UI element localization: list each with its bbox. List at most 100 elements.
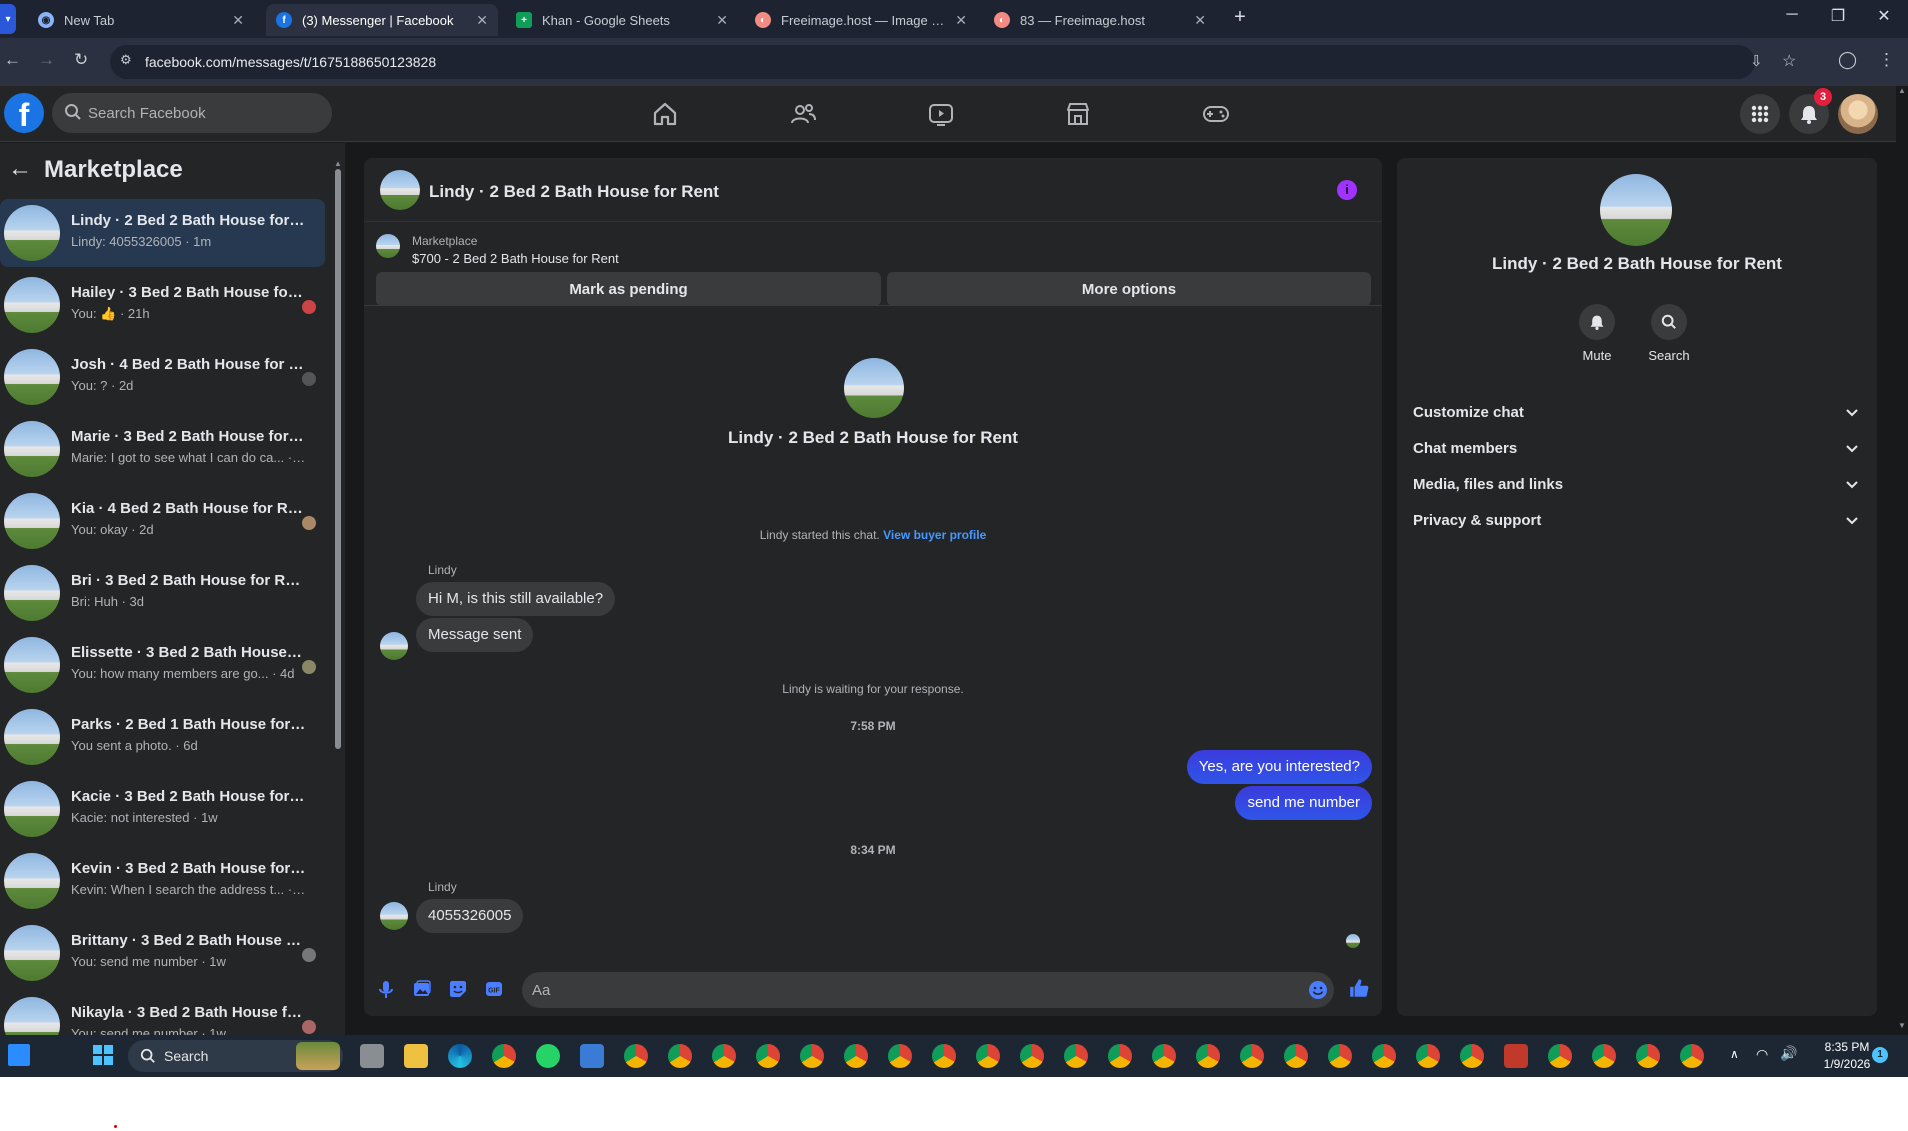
info-icon[interactable]: i xyxy=(1337,180,1357,200)
chrome-profile-icon[interactable] xyxy=(844,1044,868,1068)
menu-kebab-icon[interactable]: ⋮ xyxy=(1878,50,1895,70)
facebook-logo[interactable]: f xyxy=(4,93,44,133)
chrome-profile-icon[interactable] xyxy=(1460,1044,1484,1068)
chrome-profile-icon[interactable] xyxy=(1548,1044,1572,1068)
sticker-icon[interactable] xyxy=(448,979,468,999)
list-scrollbar[interactable]: ▲ xyxy=(334,159,342,1009)
incoming-message[interactable]: 4055326005 xyxy=(416,899,524,933)
facebook-search-input[interactable]: Search Facebook xyxy=(52,93,332,133)
gif-icon[interactable]: GIF xyxy=(484,979,504,999)
notepad-icon[interactable] xyxy=(580,1044,604,1068)
chrome-profile-icon[interactable] xyxy=(1328,1044,1352,1068)
conversation-item[interactable]: Kevin · 3 Bed 2 Bath House for Rent Kevin… xyxy=(0,847,325,915)
scrollbar-thumb[interactable] xyxy=(335,169,341,749)
chrome-profile-icon[interactable] xyxy=(932,1044,956,1068)
chrome-profile-icon[interactable] xyxy=(624,1044,648,1068)
minimize-button[interactable]: ─ xyxy=(1772,6,1812,24)
conversation-item[interactable]: Elissette · 3 Bed 2 Bath House for Rent Y… xyxy=(0,631,325,699)
marketplace-icon[interactable] xyxy=(1064,100,1092,128)
chrome-profile-icon[interactable] xyxy=(1680,1044,1704,1068)
chrome-profile-icon[interactable] xyxy=(1284,1044,1308,1068)
chrome-profile-icon[interactable] xyxy=(1416,1044,1440,1068)
close-icon[interactable]: ✕ xyxy=(476,12,488,29)
sender-avatar[interactable] xyxy=(380,902,408,930)
widgets-icon[interactable] xyxy=(8,1044,30,1066)
site-info-icon[interactable]: ⚙ xyxy=(120,52,132,68)
chrome-profile-icon[interactable] xyxy=(1064,1044,1088,1068)
more-options-button[interactable]: More options xyxy=(887,272,1371,306)
menu-grid-button[interactable] xyxy=(1740,94,1780,134)
scroll-up-icon[interactable]: ▲ xyxy=(1898,86,1906,95)
chrome-profile-icon[interactable] xyxy=(888,1044,912,1068)
whatsapp-icon[interactable] xyxy=(536,1044,560,1068)
windows-start-icon[interactable] xyxy=(92,1044,114,1066)
profile-icon[interactable]: ◯ xyxy=(1838,50,1857,70)
conversation-item[interactable]: Marie · 3 Bed 2 Bath House for Rent Marie… xyxy=(0,415,325,483)
microphone-icon[interactable] xyxy=(376,979,396,999)
chrome-profile-icon[interactable] xyxy=(1020,1044,1044,1068)
chrome-profile-icon[interactable] xyxy=(1592,1044,1616,1068)
chrome-profile-icon[interactable] xyxy=(712,1044,736,1068)
emoji-icon[interactable] xyxy=(1308,980,1328,1000)
url-field[interactable]: ⚙ facebook.com/messages/t/16751886501238… xyxy=(110,45,1796,79)
friends-icon[interactable] xyxy=(789,100,817,128)
tab-new-tab[interactable]: ◉ New Tab ✕ xyxy=(28,4,254,36)
outgoing-message[interactable]: Yes, are you interested? xyxy=(1186,750,1372,784)
conversation-item[interactable]: Nikayla · 3 Bed 2 Bath House for Rent You… xyxy=(0,991,325,1035)
new-tab-button[interactable]: + xyxy=(1220,6,1260,29)
chrome-profile-icon[interactable] xyxy=(1152,1044,1176,1068)
view-buyer-profile-link[interactable]: View buyer profile xyxy=(883,528,986,542)
conversation-item[interactable]: Kia · 4 Bed 2 Bath House for Rent You: ok… xyxy=(0,487,325,555)
close-icon[interactable]: ✕ xyxy=(716,12,728,29)
incoming-message[interactable]: Hi M, is this still available? xyxy=(416,582,616,616)
conversation-item[interactable]: Kacie · 3 Bed 2 Bath House for Rent Kacie… xyxy=(0,775,325,843)
notification-center-badge[interactable]: 1 xyxy=(1872,1047,1888,1063)
scroll-down-icon[interactable]: ▼ xyxy=(1898,1021,1906,1030)
mark-as-pending-button[interactable]: Mark as pending xyxy=(376,272,881,306)
thumbs-up-icon[interactable] xyxy=(1348,977,1370,999)
chevron-up-icon[interactable]: ∧ xyxy=(1730,1047,1739,1061)
chrome-profile-icon[interactable] xyxy=(1636,1044,1660,1068)
sender-avatar[interactable] xyxy=(380,632,408,660)
back-icon[interactable]: ← xyxy=(4,50,21,70)
account-avatar[interactable] xyxy=(1838,94,1878,134)
close-icon[interactable]: ✕ xyxy=(955,12,967,29)
chrome-profile-icon[interactable] xyxy=(1108,1044,1132,1068)
chrome-profile-icon[interactable] xyxy=(1240,1044,1264,1068)
install-icon[interactable]: ⇩ xyxy=(1750,52,1763,70)
search-in-conversation-button[interactable]: Search xyxy=(1629,304,1709,363)
tab-messenger[interactable]: f (3) Messenger | Facebook ✕ xyxy=(266,4,498,36)
restore-button[interactable]: ❐ xyxy=(1818,6,1858,26)
file-explorer-icon[interactable] xyxy=(404,1044,428,1068)
listing-thumbnail[interactable] xyxy=(376,234,400,258)
chrome-profile-icon[interactable] xyxy=(1372,1044,1396,1068)
chrome-profile-icon[interactable] xyxy=(976,1044,1000,1068)
conversation-item[interactable]: Parks · 2 Bed 1 Bath House for Rent You s… xyxy=(0,703,325,771)
close-window-button[interactable]: ✕ xyxy=(1864,6,1904,26)
app-icon[interactable] xyxy=(1504,1044,1528,1068)
conversation-item[interactable]: Lindy · 2 Bed 2 Bath House for Rent Lindy… xyxy=(0,199,325,267)
chat-title[interactable]: Lindy · 2 Bed 2 Bath House for Rent xyxy=(429,182,719,202)
chrome-profile-icon[interactable] xyxy=(1196,1044,1220,1068)
conversation-item[interactable]: Bri · 3 Bed 2 Bath House for Rent Bri: Hu… xyxy=(0,559,325,627)
message-input[interactable]: Aa xyxy=(522,972,1334,1008)
outgoing-message[interactable]: send me number xyxy=(1235,786,1372,820)
page-scrollbar[interactable]: ▲ ▼ xyxy=(1896,86,1908,1036)
close-icon[interactable]: ✕ xyxy=(1194,12,1206,29)
image-icon[interactable] xyxy=(412,979,432,999)
incoming-message[interactable]: Message sent xyxy=(416,618,534,652)
listing-title[interactable]: $700 - 2 Bed 2 Bath House for Rent xyxy=(412,251,619,266)
chrome-profile-icon[interactable] xyxy=(800,1044,824,1068)
back-arrow-icon[interactable]: ← xyxy=(8,155,32,183)
chrome-icon[interactable] xyxy=(492,1044,516,1068)
chrome-profile-icon[interactable] xyxy=(668,1044,692,1068)
reload-icon[interactable]: ↻ xyxy=(74,50,88,70)
tab-freeimage[interactable]: ◐ Freeimage.host — Image Hostin ✕ xyxy=(745,4,977,36)
gaming-icon[interactable] xyxy=(1202,100,1230,128)
edge-icon[interactable] xyxy=(448,1044,472,1068)
taskbar-search[interactable]: Search xyxy=(128,1040,343,1072)
wifi-icon[interactable]: ◠ xyxy=(1756,1046,1768,1063)
volume-icon[interactable]: 🔊 xyxy=(1780,1045,1797,1062)
scroll-up-icon[interactable]: ▲ xyxy=(334,159,342,168)
home-icon[interactable] xyxy=(651,100,679,128)
